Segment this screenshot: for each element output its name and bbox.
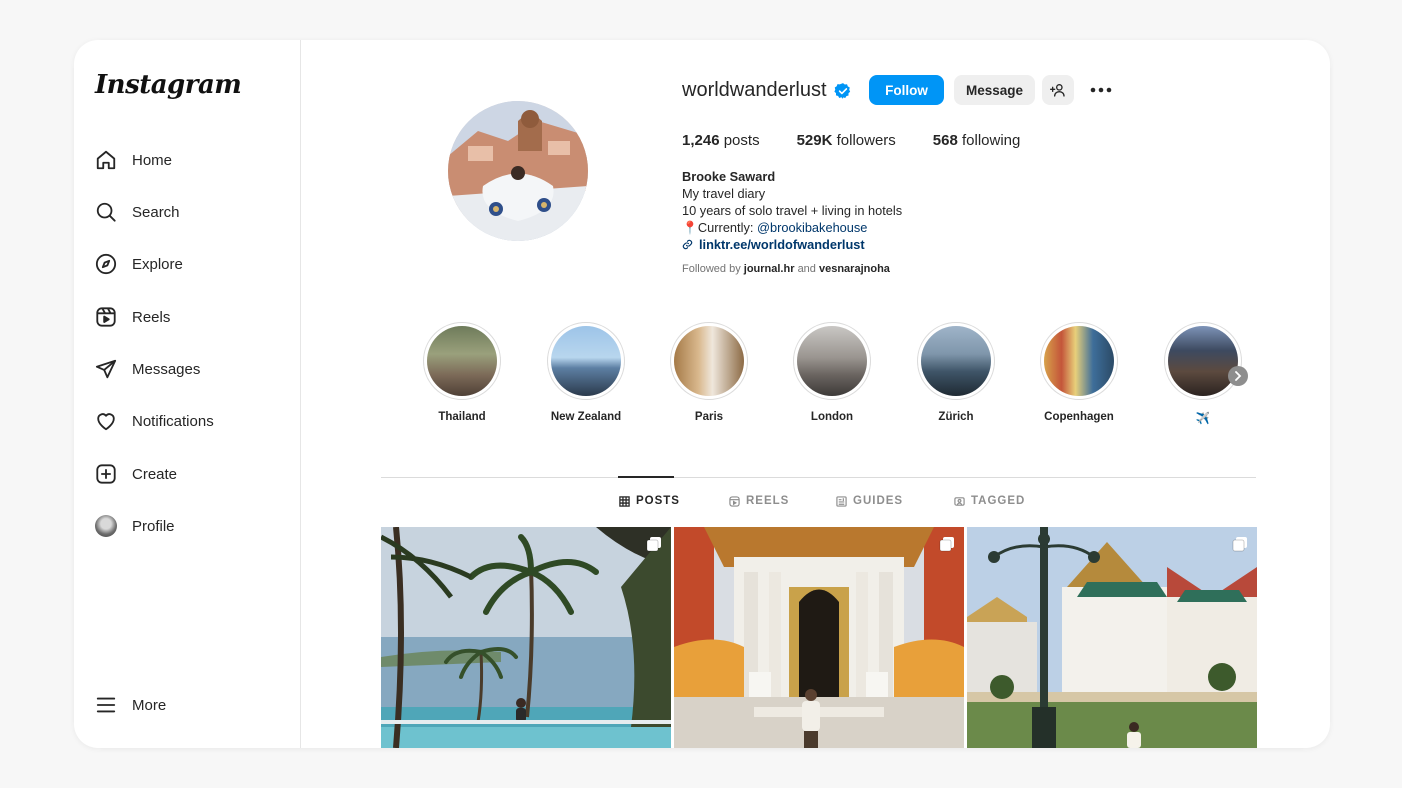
highlight-item[interactable]: London <box>793 322 871 423</box>
highlight-label: Paris <box>694 411 724 423</box>
sidebar-item-create[interactable]: Create <box>94 459 177 489</box>
highlight-cover <box>674 326 744 396</box>
followed-by[interactable]: Followed by journal.hr and vesnarajnoha <box>682 263 890 275</box>
followers-count[interactable]: 529K followers <box>797 132 896 149</box>
sidebar-item-search[interactable]: Search <box>94 197 180 227</box>
highlight-item[interactable]: Paris <box>670 322 748 423</box>
post-image <box>967 527 1257 748</box>
follow-button[interactable]: Follow <box>869 75 944 105</box>
highlight-item[interactable]: Copenhagen <box>1040 322 1118 423</box>
highlight-label: Copenhagen <box>1044 411 1114 423</box>
app-window: Instagram Home Search Explore Reels Mess… <box>74 40 1330 748</box>
add-user-icon <box>1050 84 1065 97</box>
posts-count: 1,246 posts <box>682 132 760 149</box>
following-count[interactable]: 568 following <box>933 132 1021 149</box>
highlights-next-button[interactable] <box>1228 366 1248 386</box>
more-dots-icon <box>1090 87 1112 93</box>
highlight-label: Zürich <box>938 411 974 423</box>
sidebar-item-home[interactable]: Home <box>94 145 172 175</box>
sidebar-item-label: Create <box>132 465 178 483</box>
post-thumbnail[interactable] <box>674 527 964 748</box>
highlight-cover <box>797 326 867 396</box>
tagged-icon <box>954 496 965 506</box>
profile-stats: 1,246 posts 529K followers 568 following <box>682 132 1057 149</box>
send-icon <box>94 357 118 381</box>
sidebar-item-label: Notifications <box>132 412 214 430</box>
bio-mention-link[interactable]: @brookibakehouse <box>757 220 867 235</box>
sidebar-item-label: Profile <box>132 517 175 535</box>
tabs-divider <box>381 477 1256 478</box>
search-icon <box>94 200 118 224</box>
sidebar-item-more[interactable]: More <box>94 690 166 720</box>
bio-currently: 📍Currently: @brookibakehouse <box>682 220 868 235</box>
sidebar-item-messages[interactable]: Messages <box>94 354 200 384</box>
highlight-item[interactable]: Zürich <box>917 322 995 423</box>
username-text: worldwanderlust <box>682 79 827 101</box>
highlight-label: Thailand <box>438 411 486 423</box>
active-tab-indicator <box>618 476 674 478</box>
suggested-users-button[interactable] <box>1042 75 1074 105</box>
bio-external-link[interactable]: linktr.ee/worldofwanderlust <box>682 236 902 253</box>
tab-guides[interactable]: GUIDES <box>836 495 903 507</box>
bio-line: My travel diary <box>682 186 766 201</box>
grid-icon <box>619 495 630 507</box>
tab-tagged[interactable]: TAGGED <box>954 495 1025 507</box>
reels-icon <box>94 305 118 329</box>
bio-line: 10 years of solo travel + living in hote… <box>682 203 903 218</box>
highlight-label: ✈️ <box>1195 413 1211 425</box>
post-thumbnail[interactable] <box>381 527 671 748</box>
chevron-right-icon <box>1235 371 1242 381</box>
profile-full-name: Brooke Saward <box>682 169 776 184</box>
sidebar-item-label: Messages <box>132 360 201 378</box>
instagram-logo[interactable]: Instagram <box>95 70 242 100</box>
highlight-label: New Zealand <box>550 411 622 423</box>
options-button[interactable] <box>1087 75 1115 105</box>
post-image <box>381 527 671 748</box>
tab-posts[interactable]: POSTS <box>619 495 680 507</box>
highlight-cover <box>1168 326 1238 396</box>
highlight-cover <box>921 326 991 396</box>
sidebar-item-label: Explore <box>132 255 183 273</box>
highlight-label: London <box>810 411 854 423</box>
profile-avatar-icon <box>94 514 118 538</box>
guides-icon <box>836 495 847 507</box>
post-image <box>674 527 964 748</box>
tab-reels[interactable]: REELS <box>729 495 789 507</box>
highlight-cover <box>551 326 621 396</box>
sidebar-item-label: More <box>132 696 167 714</box>
compass-icon <box>94 252 118 276</box>
highlight-item[interactable]: New Zealand <box>547 322 625 423</box>
highlight-cover <box>427 326 497 396</box>
sidebar-item-profile[interactable]: Profile <box>94 511 175 541</box>
profile-avatar-image <box>448 101 588 241</box>
carousel-icon <box>1232 537 1247 552</box>
home-icon <box>94 148 118 172</box>
profile-username: worldwanderlust <box>682 79 852 102</box>
sidebar: Instagram Home Search Explore Reels Mess… <box>74 40 301 748</box>
plus-square-icon <box>94 462 118 486</box>
highlight-item[interactable]: Thailand <box>423 322 501 423</box>
verified-badge-icon <box>833 82 850 99</box>
sidebar-item-reels[interactable]: Reels <box>94 302 170 332</box>
heart-icon <box>94 409 118 433</box>
profile-bio: Brooke Saward My travel diary 10 years o… <box>682 168 902 253</box>
sidebar-item-label: Reels <box>132 308 171 326</box>
highlight-cover <box>1044 326 1114 396</box>
reels-icon <box>729 495 740 507</box>
sidebar-item-label: Home <box>132 151 173 169</box>
message-button[interactable]: Message <box>954 75 1035 105</box>
carousel-icon <box>939 537 954 552</box>
hamburger-icon <box>94 693 118 717</box>
link-icon <box>682 239 693 250</box>
sidebar-item-label: Search <box>132 203 180 221</box>
profile-avatar[interactable] <box>448 101 588 241</box>
carousel-icon <box>646 537 661 552</box>
sidebar-item-explore[interactable]: Explore <box>94 249 183 279</box>
sidebar-item-notifications[interactable]: Notifications <box>94 406 214 436</box>
post-thumbnail[interactable] <box>967 527 1257 748</box>
